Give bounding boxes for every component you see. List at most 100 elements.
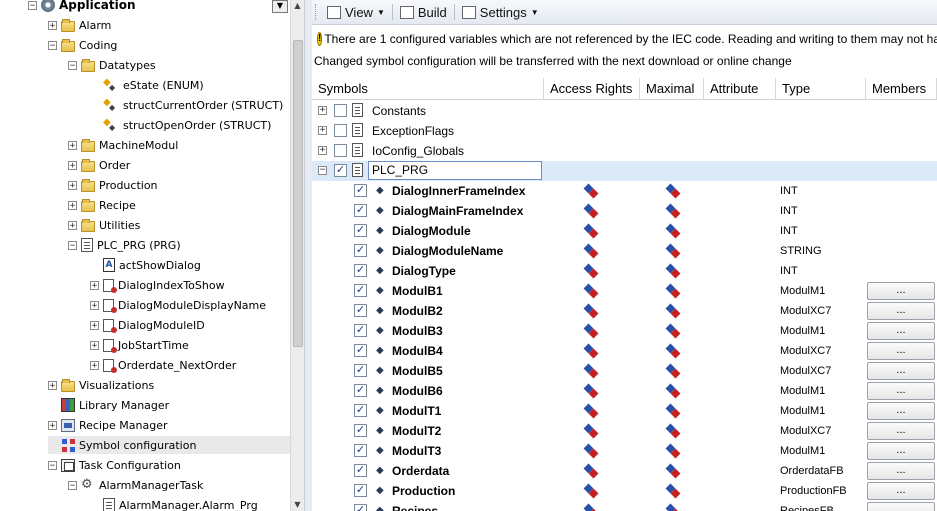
column-header[interactable]: Maximal — [640, 78, 704, 99]
group-checkbox[interactable] — [334, 144, 347, 157]
variable-checkbox[interactable]: ✓ — [354, 364, 367, 377]
symbol-group-row[interactable]: + ExceptionFlags — [312, 121, 937, 141]
variable-row[interactable]: ✓ ◆ ModulB2 ModulXC7... — [312, 301, 937, 321]
tree-dropdown-button[interactable]: ▼ — [272, 0, 288, 13]
tree-item[interactable]: AactShowDialog — [90, 256, 290, 274]
expand-icon[interactable]: + — [48, 420, 57, 430]
expand-icon[interactable]: + — [68, 220, 77, 230]
members-button[interactable]: ... — [867, 282, 935, 300]
collapse-icon[interactable]: − — [48, 460, 57, 470]
variable-checkbox[interactable]: ✓ — [354, 344, 367, 357]
settings-menu-button[interactable]: Settings ▼ — [458, 1, 543, 23]
tree-item[interactable]: + DialogIndexToShow — [90, 276, 290, 294]
tree-item[interactable]: − AlarmManagerTask — [68, 476, 290, 494]
column-header[interactable]: Symbols — [312, 78, 544, 99]
access-rights-icon[interactable] — [584, 264, 598, 278]
variable-row[interactable]: ✓ ◆ DialogInnerFrameIndex INT — [312, 181, 937, 201]
variable-checkbox[interactable]: ✓ — [354, 284, 367, 297]
view-menu-button[interactable]: View ▼ — [323, 1, 389, 23]
members-button[interactable]: ... — [867, 342, 935, 360]
toolbar-grip[interactable] — [315, 4, 319, 20]
members-button[interactable]: ... — [867, 462, 935, 480]
variable-row[interactable]: ✓ ◆ DialogType INT — [312, 261, 937, 281]
scroll-down-icon[interactable]: ▼ — [291, 499, 304, 511]
tree-item[interactable]: − Application — [28, 0, 290, 14]
tree-item[interactable]: + MachineModul — [68, 136, 290, 154]
tree-item[interactable]: structCurrentOrder (STRUCT) — [90, 96, 290, 114]
members-button[interactable]: ... — [867, 422, 935, 440]
access-rights-icon[interactable] — [584, 184, 598, 198]
access-rights-icon[interactable] — [584, 304, 598, 318]
tree-item[interactable]: + Alarm — [48, 16, 290, 34]
expand-icon[interactable]: + — [90, 300, 99, 310]
variable-checkbox[interactable]: ✓ — [354, 504, 367, 511]
variable-checkbox[interactable]: ✓ — [354, 404, 367, 417]
members-button[interactable]: ... — [867, 322, 935, 340]
collapse-icon[interactable]: − — [68, 480, 77, 490]
column-header[interactable]: Attribute — [704, 78, 776, 99]
variable-checkbox[interactable]: ✓ — [354, 224, 367, 237]
tree-item[interactable]: + Orderdate_NextOrder — [90, 356, 290, 374]
collapse-icon[interactable]: − — [318, 166, 327, 175]
variable-row[interactable]: ✓ ◆ Recipes RecipesFB... — [312, 501, 937, 511]
access-rights-icon[interactable] — [584, 204, 598, 218]
collapse-icon[interactable]: − — [68, 240, 77, 250]
tree-item[interactable]: + Visualizations — [48, 376, 290, 394]
variable-row[interactable]: ✓ ◆ DialogModule INT — [312, 221, 937, 241]
column-header[interactable]: Access Rights — [544, 78, 640, 99]
expand-icon[interactable]: + — [68, 160, 77, 170]
variable-checkbox[interactable]: ✓ — [354, 184, 367, 197]
access-rights-icon[interactable] — [584, 324, 598, 338]
variable-checkbox[interactable]: ✓ — [354, 384, 367, 397]
expand-icon[interactable]: + — [68, 140, 77, 150]
build-button[interactable]: Build — [396, 1, 451, 23]
symbol-group-row[interactable]: − ✓ PLC_PRG — [312, 161, 937, 181]
variable-checkbox[interactable]: ✓ — [354, 444, 367, 457]
scrollbar-thumb[interactable] — [293, 40, 303, 347]
expand-icon[interactable]: + — [90, 360, 99, 370]
access-rights-icon[interactable] — [584, 224, 598, 238]
variable-checkbox[interactable]: ✓ — [354, 304, 367, 317]
tree-item[interactable]: − Datatypes — [68, 56, 290, 74]
expand-icon[interactable]: + — [48, 380, 57, 390]
expand-icon[interactable]: + — [318, 146, 327, 155]
expand-icon[interactable]: + — [90, 320, 99, 330]
tree-item[interactable]: Library Manager — [48, 396, 290, 414]
symbol-group-row[interactable]: + Constants — [312, 101, 937, 121]
variable-row[interactable]: ✓ ◆ ModulT2 ModulXC7... — [312, 421, 937, 441]
access-rights-icon[interactable] — [584, 484, 598, 498]
variable-row[interactable]: ✓ ◆ ModulB1 ModulM1... — [312, 281, 937, 301]
access-rights-icon[interactable] — [584, 284, 598, 298]
expand-icon[interactable]: + — [318, 126, 327, 135]
group-checkbox[interactable] — [334, 124, 347, 137]
collapse-icon[interactable]: − — [28, 0, 37, 10]
variable-checkbox[interactable]: ✓ — [354, 204, 367, 217]
tree-item[interactable]: structOpenOrder (STRUCT) — [90, 116, 290, 134]
expand-icon[interactable]: + — [90, 340, 99, 350]
column-header[interactable]: Type — [776, 78, 866, 99]
variable-row[interactable]: ✓ ◆ ModulT1 ModulM1... — [312, 401, 937, 421]
variable-row[interactable]: ✓ ◆ ModulT3 ModulM1... — [312, 441, 937, 461]
tree-item[interactable]: eState (ENUM) — [90, 76, 290, 94]
variable-row[interactable]: ✓ ◆ DialogModuleName STRING — [312, 241, 937, 261]
tree-item[interactable]: Symbol configuration — [48, 436, 290, 454]
members-button[interactable]: ... — [867, 302, 935, 320]
expand-icon[interactable]: + — [90, 280, 99, 290]
variable-checkbox[interactable]: ✓ — [354, 264, 367, 277]
members-button[interactable]: ... — [867, 442, 935, 460]
members-button[interactable]: ... — [867, 402, 935, 420]
expand-icon[interactable]: + — [68, 180, 77, 190]
scroll-up-icon[interactable]: ▲ — [291, 0, 304, 12]
variable-row[interactable]: ✓ ◆ ModulB6 ModulM1... — [312, 381, 937, 401]
access-rights-icon[interactable] — [584, 404, 598, 418]
expand-icon[interactable]: + — [68, 200, 77, 210]
access-rights-icon[interactable] — [584, 504, 598, 511]
members-button[interactable]: ... — [867, 382, 935, 400]
tree-item[interactable]: + DialogModuleID — [90, 316, 290, 334]
variable-checkbox[interactable]: ✓ — [354, 464, 367, 477]
tree-item[interactable]: + Production — [68, 176, 290, 194]
tree-item[interactable]: − Task Configuration — [48, 456, 290, 474]
group-name-edit[interactable]: PLC_PRG — [368, 161, 542, 180]
variable-row[interactable]: ✓ ◆ DialogMainFrameIndex INT — [312, 201, 937, 221]
group-checkbox[interactable] — [334, 104, 347, 117]
